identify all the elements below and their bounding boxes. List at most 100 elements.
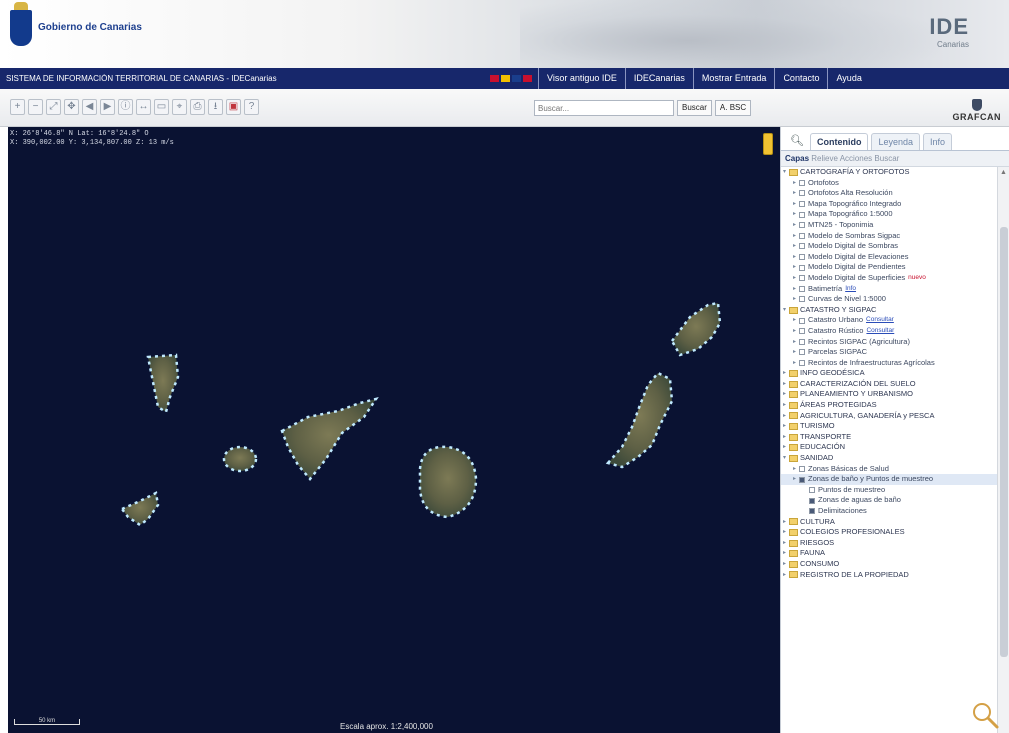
flag-icon[interactable] bbox=[512, 75, 521, 82]
layer-item[interactable]: ▸ Batimetría Info bbox=[781, 284, 997, 295]
panel-toggle-handle[interactable] bbox=[763, 133, 773, 155]
layer-item[interactable]: ▸ Ortofotos Alta Resolución bbox=[781, 188, 997, 199]
layer-checkbox[interactable] bbox=[799, 190, 805, 197]
zoom-out-tool-icon[interactable]: − bbox=[28, 99, 43, 115]
subtab-acciones[interactable]: Acciones bbox=[840, 154, 872, 163]
layer-item[interactable]: Delimitaciones bbox=[781, 506, 997, 517]
layer-item[interactable]: Puntos de muestreo bbox=[781, 485, 997, 496]
layer-checkbox[interactable] bbox=[809, 508, 815, 515]
layer-checkbox[interactable] bbox=[799, 359, 805, 366]
layer-group[interactable]: ▸ FAUNA bbox=[781, 548, 997, 559]
layer-badge[interactable]: Info bbox=[845, 284, 856, 295]
map-view[interactable]: X: 26°8'46.8" N Lat: 16°8'24.8" O X: 390… bbox=[8, 127, 780, 733]
layer-item[interactable]: Zonas de aguas de baño bbox=[781, 495, 997, 506]
search-icon[interactable]: 🔍︎ bbox=[787, 134, 807, 150]
layer-checkbox[interactable] bbox=[809, 487, 815, 494]
layer-checkbox[interactable] bbox=[799, 328, 805, 335]
layer-item[interactable]: ▸ Catastro Rústico Consultar bbox=[781, 326, 997, 337]
layer-badge[interactable]: nuevo bbox=[908, 273, 926, 284]
layer-item[interactable]: ▸ Modelo Digital de Sombras bbox=[781, 241, 997, 252]
layer-item[interactable]: ▸ Curvas de Nivel 1:5000 bbox=[781, 294, 997, 305]
previous-tool-icon[interactable]: ◀ bbox=[82, 99, 97, 115]
identify-tool-icon[interactable]: ⓘ bbox=[118, 99, 133, 115]
layer-checkbox[interactable] bbox=[799, 275, 805, 282]
layer-item[interactable]: ▸ Zonas Básicas de Salud bbox=[781, 464, 997, 475]
layer-group[interactable]: ▸ ÁREAS PROTEGIDAS bbox=[781, 400, 997, 411]
layer-group[interactable]: ▸ PLANEAMIENTO Y URBANISMO bbox=[781, 389, 997, 400]
flag-icon[interactable] bbox=[501, 75, 510, 82]
layer-checkbox[interactable] bbox=[799, 232, 805, 239]
layer-checkbox[interactable] bbox=[799, 349, 805, 356]
layer-group[interactable]: ▸ INFO GEODÉSICA bbox=[781, 368, 997, 379]
layer-checkbox[interactable] bbox=[799, 179, 805, 186]
clear-search-button[interactable]: A. BSC bbox=[714, 100, 752, 116]
nav-link-contact[interactable]: Contacto bbox=[774, 68, 827, 89]
layer-group[interactable]: ▸ CULTURA bbox=[781, 517, 997, 528]
download-tool-icon[interactable]: ⭳ bbox=[208, 99, 223, 115]
subtab-relieve[interactable]: Relieve bbox=[811, 154, 838, 163]
layer-item[interactable]: ▸ Modelo Digital de Elevaciones bbox=[781, 252, 997, 263]
flag-icon[interactable] bbox=[523, 75, 532, 82]
layer-checkbox[interactable] bbox=[799, 222, 805, 229]
layer-item[interactable]: ▸ Catastro Urbano Consultar bbox=[781, 315, 997, 326]
layer-checkbox[interactable] bbox=[799, 465, 805, 472]
layer-item[interactable]: ▸ Recintos de Infraestructuras Agrícolas bbox=[781, 358, 997, 369]
measure-distance-tool-icon[interactable]: ↔ bbox=[136, 99, 151, 115]
layer-checkbox[interactable] bbox=[799, 296, 805, 303]
layer-badge[interactable]: Consultar bbox=[866, 315, 894, 326]
tab-info[interactable]: Info bbox=[923, 133, 953, 150]
print-tool-icon[interactable]: ⎙ bbox=[190, 99, 205, 115]
layer-item[interactable]: ▸ Ortofotos bbox=[781, 178, 997, 189]
next-tool-icon[interactable]: ▶ bbox=[100, 99, 115, 115]
measure-area-tool-icon[interactable]: ▭ bbox=[154, 99, 169, 115]
layer-group[interactable]: ▸ CARACTERIZACIÓN DEL SUELO bbox=[781, 379, 997, 390]
tab-contenido[interactable]: Contenido bbox=[809, 133, 869, 150]
nav-link-idecanarias[interactable]: IDECanarias bbox=[624, 68, 693, 89]
layer-checkbox[interactable] bbox=[799, 211, 805, 218]
layer-group[interactable]: ▸ COLEGIOS PROFESIONALES bbox=[781, 527, 997, 538]
scrollbar-thumb[interactable] bbox=[1000, 227, 1008, 657]
layer-group[interactable]: ▸ RIESGOS bbox=[781, 538, 997, 549]
magnifier-icon[interactable] bbox=[970, 700, 1000, 730]
layer-checkbox[interactable] bbox=[799, 476, 805, 483]
layer-item[interactable]: ▸ Recintos SIGPAC (Agricultura) bbox=[781, 337, 997, 348]
search-button[interactable]: Buscar bbox=[677, 100, 712, 116]
layer-checkbox[interactable] bbox=[799, 254, 805, 261]
layer-group[interactable]: ▸ TRANSPORTE bbox=[781, 432, 997, 443]
layer-item[interactable]: ▸ Parcelas SIGPAC bbox=[781, 347, 997, 358]
layer-group[interactable]: ▾ CATASTRO Y SIGPAC bbox=[781, 305, 997, 316]
layer-tree-scrollbar[interactable]: ▲ bbox=[997, 167, 1009, 733]
layer-group[interactable]: ▾ SANIDAD bbox=[781, 453, 997, 464]
pan-tool-icon[interactable]: ✥ bbox=[64, 99, 79, 115]
zoom-extent-tool-icon[interactable]: ⤢ bbox=[46, 99, 61, 115]
layer-item[interactable]: ▸ Modelo de Sombras Sigpac bbox=[781, 231, 997, 242]
layer-badge[interactable]: Consultar bbox=[866, 326, 894, 337]
search-input[interactable] bbox=[534, 100, 674, 116]
layer-item[interactable]: ▸ Zonas de baño y Puntos de muestreo bbox=[781, 474, 997, 485]
gobierno-logo[interactable]: Gobierno de Canarias bbox=[10, 2, 142, 46]
layer-group[interactable]: ▸ EDUCACIÓN bbox=[781, 442, 997, 453]
layer-checkbox[interactable] bbox=[799, 243, 805, 250]
nav-link-help[interactable]: Ayuda bbox=[827, 68, 869, 89]
zoom-in-tool-icon[interactable]: + bbox=[10, 99, 25, 115]
layer-checkbox[interactable] bbox=[799, 338, 805, 345]
layer-checkbox[interactable] bbox=[799, 317, 805, 324]
layer-item[interactable]: ▸ Mapa Topográfico Integrado bbox=[781, 199, 997, 210]
layer-item[interactable]: ▸ Modelo Digital de Superficies nuevo bbox=[781, 273, 997, 284]
pdf-tool-icon[interactable]: ▣ bbox=[226, 99, 241, 115]
layer-checkbox[interactable] bbox=[809, 497, 815, 504]
nav-link-show-entry[interactable]: Mostrar Entrada bbox=[692, 68, 775, 89]
layer-group[interactable]: ▸ TURISMO bbox=[781, 421, 997, 432]
help-tool-icon[interactable]: ? bbox=[244, 99, 259, 115]
layer-item[interactable]: ▸ MTN25 - Toponimia bbox=[781, 220, 997, 231]
layer-group[interactable]: ▸ CONSUMO bbox=[781, 559, 997, 570]
subtab-capas[interactable]: Capas bbox=[785, 154, 809, 163]
layer-checkbox[interactable] bbox=[799, 264, 805, 271]
layer-group[interactable]: ▸ REGISTRO DE LA PROPIEDAD bbox=[781, 570, 997, 581]
ide-logo[interactable]: IDE Canarias bbox=[929, 14, 969, 49]
subtab-buscar[interactable]: Buscar bbox=[874, 154, 899, 163]
layer-checkbox[interactable] bbox=[799, 285, 805, 292]
layer-item[interactable]: ▸ Modelo Digital de Pendientes bbox=[781, 262, 997, 273]
tab-leyenda[interactable]: Leyenda bbox=[871, 133, 921, 150]
scroll-up-icon[interactable]: ▲ bbox=[998, 167, 1009, 179]
